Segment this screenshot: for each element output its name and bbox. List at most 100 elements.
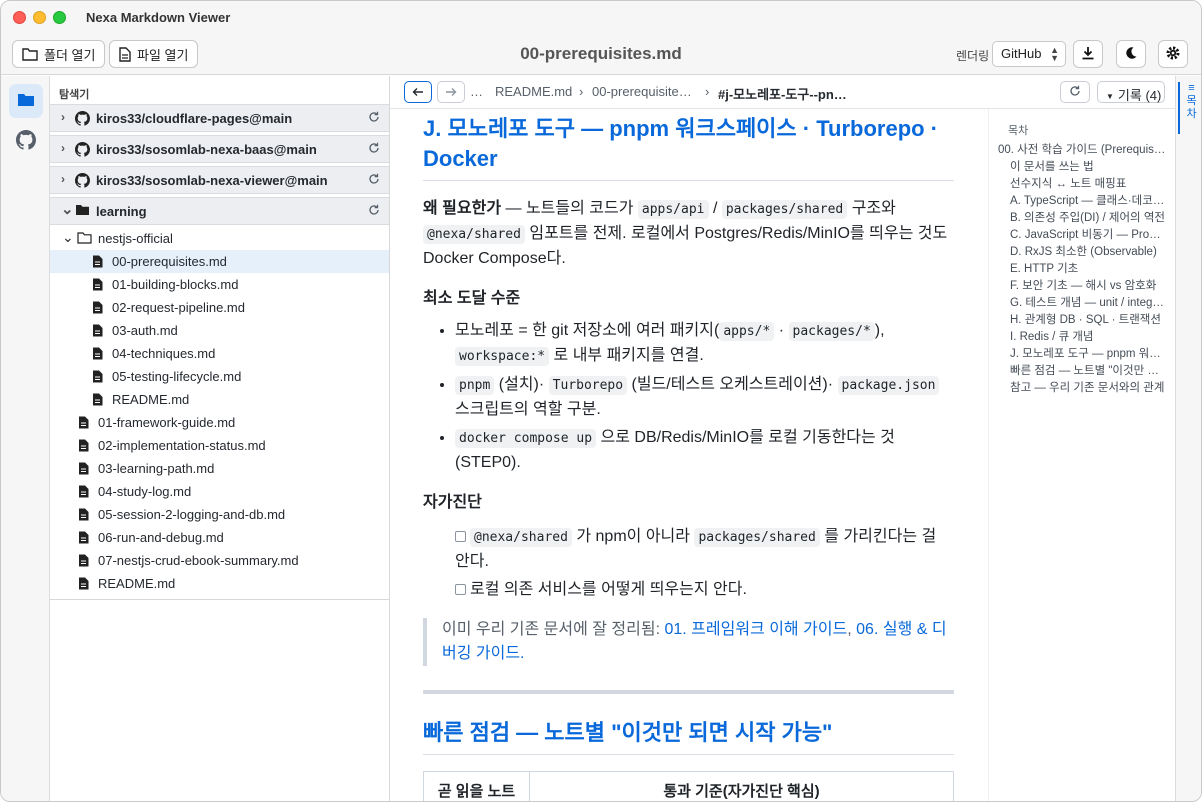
refresh-icon[interactable] bbox=[368, 142, 380, 157]
explorer-activity-button[interactable] bbox=[9, 84, 43, 118]
open-folder-button[interactable]: 폴더 열기 bbox=[12, 40, 106, 68]
file-item[interactable]: 03-auth.md bbox=[50, 319, 389, 342]
repo-row[interactable]: › kiros33/sosomlab-nexa-viewer@main bbox=[50, 166, 389, 194]
refresh-icon[interactable] bbox=[368, 111, 380, 126]
text: — 노트들의 코드가 bbox=[501, 200, 638, 217]
toc-item[interactable]: A. TypeScript — 클래스·데코레이터 bbox=[1010, 192, 1166, 208]
repo-row[interactable]: › kiros33/sosomlab-nexa-baas@main bbox=[50, 135, 389, 163]
updown-chevron-icon: ▲ ▼ bbox=[1050, 45, 1059, 63]
toc-item[interactable]: 00. 사전 학습 가이드 (Prerequisites) bbox=[998, 141, 1166, 157]
toc-item[interactable]: J. 모노레포 도구 — pnpm 워크스페이스 bbox=[1010, 345, 1166, 361]
file-item[interactable]: 03-learning-path.md bbox=[50, 457, 389, 480]
markdown-body: J. 모노레포 도구 — pnpm 워크스페이스 · Turborepo · D… bbox=[423, 114, 954, 801]
toc-item[interactable]: E. HTTP 기초 bbox=[1010, 260, 1166, 276]
toc-item[interactable]: F. 보안 기초 — 해시 vs 암호화 bbox=[1010, 277, 1166, 293]
text: 구조와 bbox=[847, 200, 896, 217]
theme-toggle-button[interactable] bbox=[1116, 40, 1146, 68]
toolbar: 폴더 열기 파일 열기 00-prerequisites.md 렌더링 GitH… bbox=[1, 35, 1201, 75]
settings-button[interactable] bbox=[1158, 40, 1188, 68]
github-activity-button[interactable] bbox=[9, 124, 43, 158]
download-icon bbox=[1081, 46, 1095, 63]
link-framework-guide[interactable]: 01. 프레임워크 이해 가이드 bbox=[664, 621, 847, 638]
toc-tab[interactable]: ≡ 목차 bbox=[1178, 82, 1199, 134]
file-item[interactable]: 05-session-2-logging-and-db.md bbox=[50, 503, 389, 526]
close-window-button[interactable] bbox=[13, 11, 26, 24]
file-icon bbox=[92, 347, 103, 363]
refresh-icon[interactable] bbox=[368, 173, 380, 188]
list-item: 모노레포 = 한 git 저장소에 여러 패키지(apps/* · packag… bbox=[455, 319, 954, 369]
minimize-window-button[interactable] bbox=[33, 11, 46, 24]
toc-item[interactable]: G. 테스트 개념 — unit / integration bbox=[1010, 294, 1166, 310]
self-check-heading: 자가진단 bbox=[423, 494, 482, 511]
reload-button[interactable] bbox=[1060, 81, 1090, 103]
repo-row[interactable]: › kiros33/cloudflare-pages@main bbox=[50, 104, 389, 132]
markdown-content: J. 모노레포 도구 — pnpm 워크스페이스 · Turborepo · D… bbox=[390, 109, 988, 801]
render-select[interactable]: GitHub ▲ ▼ bbox=[992, 41, 1066, 67]
forward-button[interactable] bbox=[437, 81, 465, 103]
file-label: 05-testing-lifecycle.md bbox=[112, 369, 242, 384]
toc-item[interactable]: 빠른 점검 — 노트별 "이것만 되면 시작 가능" bbox=[1010, 362, 1166, 378]
refresh-icon[interactable] bbox=[368, 204, 380, 219]
breadcrumb-readme[interactable]: README.md bbox=[495, 84, 572, 99]
text: · bbox=[774, 322, 789, 339]
file-item[interactable]: 05-testing-lifecycle.md bbox=[50, 365, 389, 388]
repo-label: kiros33/sosomlab-nexa-viewer@main bbox=[96, 173, 328, 188]
file-icon bbox=[92, 370, 103, 386]
text: 모노레포 = 한 git 저장소에 여러 패키지( bbox=[455, 322, 720, 339]
file-item[interactable]: 04-techniques.md bbox=[50, 342, 389, 365]
min-level-heading: 최소 도달 수준 bbox=[423, 290, 521, 307]
toc-item[interactable]: 선수지식 ↔ 노트 매핑표 bbox=[1010, 175, 1166, 191]
repo-label: learning bbox=[96, 204, 147, 219]
breadcrumb-prerequisites[interactable]: 00-prerequisite… bbox=[592, 84, 692, 99]
list-item: pnpm (설치)· Turborepo (빌드/테스트 오케스트레이션)· p… bbox=[455, 373, 954, 422]
file-label: 03-learning-path.md bbox=[98, 461, 215, 476]
folder-learning[interactable]: ⌄ learning bbox=[50, 197, 389, 225]
toc-item[interactable]: H. 관계형 DB · SQL · 트랜잭션 bbox=[1010, 311, 1166, 327]
history-button[interactable]: ▼ 기록 (4) bbox=[1097, 81, 1165, 103]
file-icon bbox=[92, 324, 103, 340]
back-button[interactable] bbox=[404, 81, 432, 103]
text: 로 내부 패키지를 연결. bbox=[549, 347, 704, 364]
file-item[interactable]: 00-prerequisites.md bbox=[50, 250, 389, 273]
file-item[interactable]: 07-nestjs-crud-ebook-summary.md bbox=[50, 549, 389, 572]
breadcrumb-ellipsis[interactable]: … bbox=[470, 84, 483, 99]
gear-icon bbox=[1165, 45, 1181, 64]
toc-item[interactable]: B. 의존성 주입(DI) / 제어의 역전 bbox=[1010, 209, 1166, 225]
file-item[interactable]: 02-request-pipeline.md bbox=[50, 296, 389, 319]
toc-item[interactable]: D. RxJS 최소한 (Observable) bbox=[1010, 243, 1166, 259]
render-select-value: GitHub bbox=[1001, 46, 1042, 61]
blockquote: 이미 우리 기존 문서에 잘 정리됨: 01. 프레임워크 이해 가이드, 06… bbox=[423, 618, 954, 666]
file-item[interactable]: 02-implementation-status.md bbox=[50, 434, 389, 457]
toc-heading: 목차 bbox=[1008, 125, 1029, 137]
inline-code: apps/api bbox=[637, 200, 709, 219]
task-checkbox[interactable] bbox=[455, 531, 466, 542]
file-label: 03-auth.md bbox=[112, 323, 178, 338]
file-item[interactable]: 06-run-and-debug.md bbox=[50, 526, 389, 549]
toc-item[interactable]: I. Redis / 큐 개념 bbox=[1010, 328, 1166, 344]
text: , bbox=[847, 621, 857, 638]
toc-item[interactable]: 참고 — 우리 기존 문서와의 관계 bbox=[1010, 379, 1166, 395]
file-label: 01-framework-guide.md bbox=[98, 415, 236, 430]
file-item[interactable]: 01-framework-guide.md bbox=[50, 411, 389, 434]
task-checkbox[interactable] bbox=[455, 584, 466, 595]
list-item: docker compose up 으로 DB/Redis/MinIO를 로컬 … bbox=[455, 426, 954, 475]
download-button[interactable] bbox=[1073, 40, 1103, 68]
github-icon bbox=[75, 173, 91, 191]
inline-code: @nexa/shared bbox=[470, 528, 572, 547]
folder-nestjs-official[interactable]: ⌄ nestjs-official bbox=[50, 227, 389, 250]
file-item[interactable]: 04-study-log.md bbox=[50, 480, 389, 503]
text: (빌드/테스트 오케스트레이션)· bbox=[627, 376, 838, 393]
toc-item[interactable]: C. JavaScript 비동기 — Promise bbox=[1010, 226, 1166, 242]
app-title: Nexa Markdown Viewer bbox=[86, 10, 231, 25]
github-icon bbox=[16, 129, 37, 153]
file-item[interactable]: README.md bbox=[50, 572, 389, 595]
paragraph-why: 왜 필요한가 — 노트들의 코드가 apps/api / packages/sh… bbox=[423, 197, 954, 271]
file-item[interactable]: README.md bbox=[50, 388, 389, 411]
chevron-right-icon: › bbox=[61, 172, 65, 186]
section-heading-j: J. 모노레포 도구 — pnpm 워크스페이스 · Turborepo · D… bbox=[423, 114, 954, 181]
task-item: 로컬 의존 서비스를 어떻게 띄우는지 안다. bbox=[455, 578, 954, 602]
zoom-window-button[interactable] bbox=[53, 11, 66, 24]
open-file-button[interactable]: 파일 열기 bbox=[109, 40, 199, 68]
toc-item[interactable]: 이 문서를 쓰는 법 bbox=[1010, 158, 1166, 174]
file-item[interactable]: 01-building-blocks.md bbox=[50, 273, 389, 296]
